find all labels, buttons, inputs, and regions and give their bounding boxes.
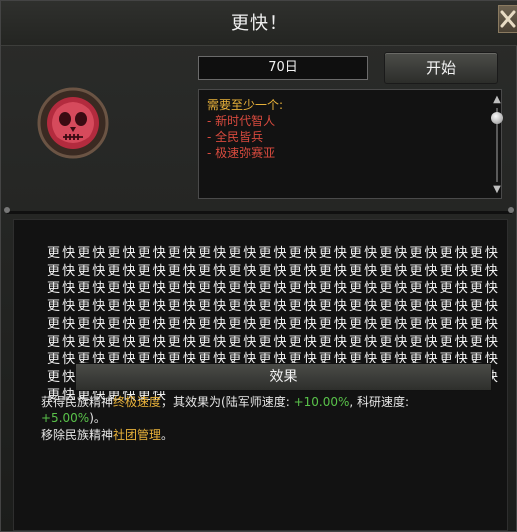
effect-text: 移除民族精神 [41, 428, 114, 442]
title-bar: 更快！ [1, 1, 517, 46]
effect-line-3: 移除民族精神社团管理。 [41, 426, 173, 443]
requirements-box: 需要至少一个: - 新时代智人 - 全民皆兵 - 极速弥赛亚 [198, 89, 502, 199]
effects-header: 效果 [75, 363, 492, 391]
scroll-thumb[interactable] [491, 112, 503, 124]
effect-line-2: +5.00%)。 [41, 409, 106, 426]
decision-window: 更快！ 70日 开始 需要至少一个: - 新时代智人 - 全民皆兵 - 极速弥赛… [0, 0, 517, 532]
scroll-up-arrow-icon[interactable]: ▲ [490, 94, 504, 106]
skull-emblem-icon [37, 87, 109, 159]
national-spirit-name[interactable]: 终极速度 [113, 395, 161, 409]
requirement-item: - 新时代智人 [207, 114, 276, 128]
days-field: 70日 [198, 56, 368, 80]
effect-text: 获得民族精神 [41, 395, 114, 409]
close-x-icon [500, 10, 516, 28]
rivet-icon [508, 207, 514, 213]
window-title: 更快！ [231, 13, 288, 34]
requirement-item: - 极速弥赛亚 [207, 146, 276, 160]
requirements-header: 需要至少一个: [207, 98, 284, 112]
section-divider [7, 211, 512, 214]
start-button[interactable]: 开始 [384, 52, 498, 84]
effect-text: )。 [89, 411, 106, 425]
effect-text: , 科研速度: [349, 395, 410, 409]
research-speed-value: +5.00% [41, 411, 90, 425]
scroll-down-arrow-icon[interactable]: ▼ [490, 184, 504, 196]
national-spirit-name[interactable]: 社团管理 [113, 428, 161, 442]
rivet-icon [4, 207, 10, 213]
effect-line-1: 获得民族精神终极速度，其效果为(陆军师速度: +10.00%, 科研速度: [41, 393, 409, 410]
division-speed-value: +10.00% [293, 395, 350, 409]
effect-text: 。 [161, 428, 174, 442]
close-button[interactable] [498, 5, 517, 33]
requirements-scrollbar[interactable]: ▲ ▼ [490, 94, 504, 198]
requirement-item: - 全民皆兵 [207, 130, 264, 144]
effect-text: ，其效果为(陆军师速度: [161, 395, 294, 409]
